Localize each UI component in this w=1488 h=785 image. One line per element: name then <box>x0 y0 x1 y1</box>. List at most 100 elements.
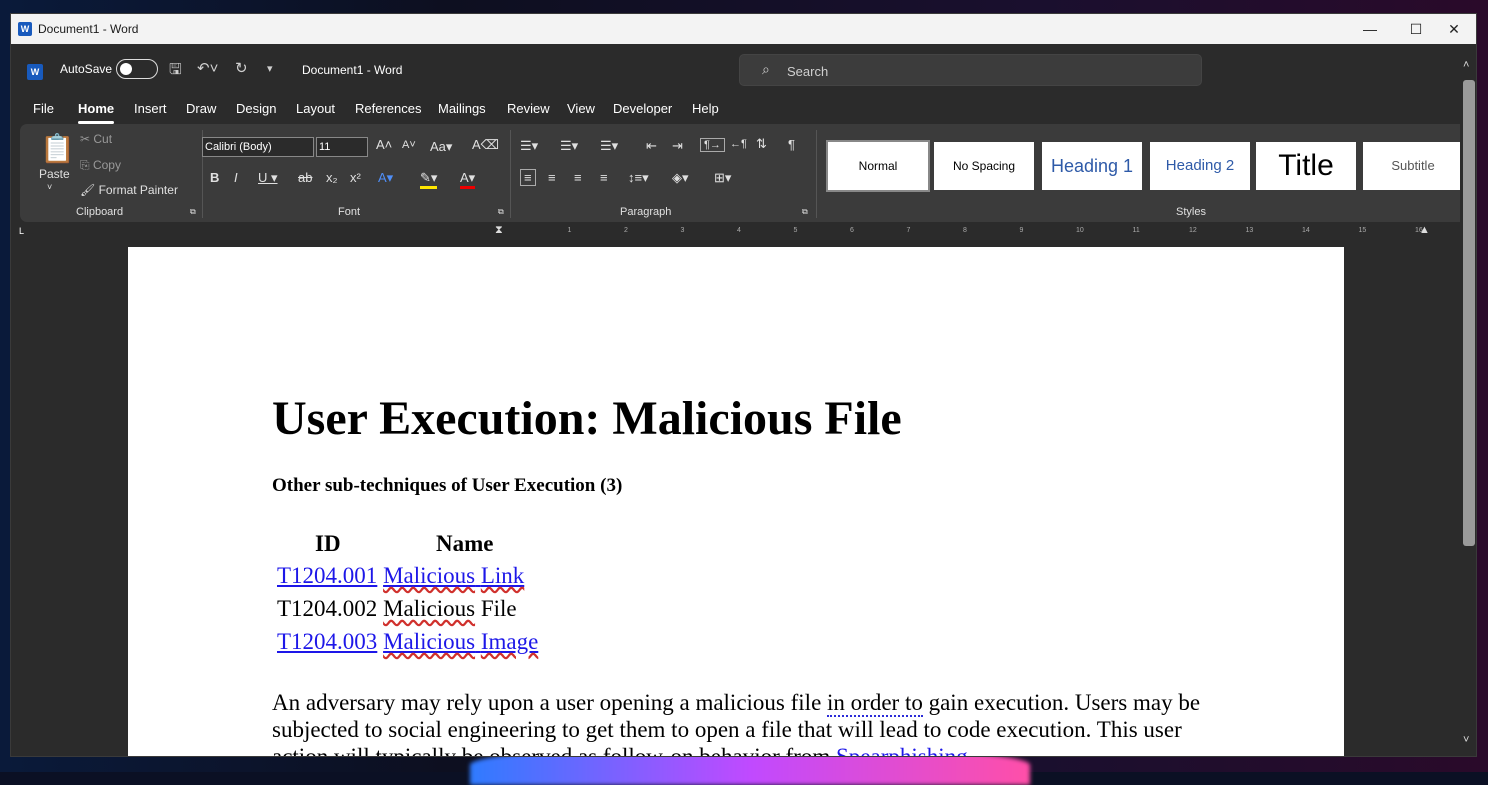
document-page[interactable]: User Execution: Malicious File Other sub… <box>128 247 1344 756</box>
tab-developer[interactable]: Developer <box>613 101 672 116</box>
align-center-icon[interactable]: ≡ <box>548 170 556 185</box>
decrease-indent-icon[interactable]: ⇤ <box>646 138 657 154</box>
group-divider <box>816 130 817 218</box>
ruler-number: 8 <box>963 227 967 234</box>
font-group-label: Font <box>338 206 361 218</box>
customize-qat-icon[interactable]: ▾ <box>267 62 273 75</box>
tab-review[interactable]: Review <box>507 101 550 116</box>
autosave-toggle[interactable] <box>116 59 158 79</box>
increase-indent-icon[interactable]: ⇥ <box>672 138 683 154</box>
shading-icon[interactable]: ◈▾ <box>672 170 689 186</box>
undo-icon[interactable]: ↶˅ <box>197 59 218 77</box>
ruler-number: 13 <box>1245 227 1254 234</box>
tab-home[interactable]: Home <box>78 101 115 124</box>
indent-marker-icon[interactable]: ⧗ <box>495 224 503 237</box>
align-left-icon[interactable]: ≡ <box>520 169 536 186</box>
sort-icon[interactable]: ⇅ <box>756 136 767 152</box>
ruler-number: 14 <box>1302 227 1310 234</box>
paragraph-launcher-icon[interactable]: ⧉ <box>802 207 808 217</box>
document-canvas: User Execution: Malicious File Other sub… <box>11 242 1461 756</box>
shrink-font-icon[interactable]: A˅ <box>402 139 416 151</box>
change-case-icon[interactable]: Aa▾ <box>430 139 452 155</box>
name-word: Link <box>480 563 525 588</box>
align-right-icon[interactable]: ≡ <box>574 170 582 185</box>
table-row: T1204.003 Malicious Image <box>277 629 538 655</box>
tab-file[interactable]: File <box>33 101 54 116</box>
paste-icon[interactable]: 📋 <box>40 132 75 165</box>
tab-mailings[interactable]: Mailings <box>438 101 486 116</box>
ruler-number: 6 <box>850 227 854 234</box>
technique-id[interactable]: T1204.003 <box>277 629 377 654</box>
tab-references[interactable]: References <box>355 101 421 116</box>
save-icon[interactable]: 🖫 <box>169 59 182 84</box>
tab-help[interactable]: Help <box>692 101 719 116</box>
font-color-icon[interactable]: A▾ <box>460 170 476 189</box>
ruler-number: 2 <box>624 227 628 234</box>
minimize-button[interactable]: — <box>1347 14 1393 44</box>
tab-selector-icon[interactable]: L <box>19 226 24 236</box>
highlight-icon[interactable]: ✎▾ <box>420 170 438 189</box>
line-spacing-icon[interactable]: ↕≡▾ <box>628 170 649 186</box>
font-size-select[interactable]: 11 <box>316 137 368 157</box>
scroll-up-icon[interactable]: ˄ <box>1463 59 1469 71</box>
clear-formatting-icon[interactable]: A⌫ <box>472 137 499 153</box>
font-name-select[interactable]: Calibri (Body) <box>202 137 314 157</box>
style-title[interactable]: Title <box>1256 142 1356 190</box>
grammar-suggestion[interactable]: in order to <box>827 690 923 717</box>
paste-button[interactable]: Paste <box>39 167 70 181</box>
subscript-icon[interactable]: x₂ <box>326 170 338 185</box>
borders-icon[interactable]: ⊞▾ <box>714 170 731 186</box>
style-normal[interactable]: Normal <box>826 140 930 192</box>
technique-name[interactable]: Malicious Image <box>383 629 538 654</box>
show-marks-icon[interactable]: ¶ <box>788 137 795 152</box>
ruler-scale: 1 2 3 4 5 6 7 8 9 10 11 12 13 14 15 16 <box>361 227 1461 235</box>
style-no-spacing[interactable]: No Spacing <box>934 142 1034 190</box>
redo-icon[interactable]: ↻ <box>235 59 248 77</box>
tab-draw[interactable]: Draw <box>186 101 216 116</box>
tab-layout[interactable]: Layout <box>296 101 335 116</box>
tab-insert[interactable]: Insert <box>134 101 167 116</box>
right-indent-icon[interactable]: ▲ <box>1419 224 1430 236</box>
title-bar: W Document1 - Word — ☐ ✕ <box>11 14 1476 44</box>
paste-dropdown-icon[interactable]: ˅ <box>47 182 52 192</box>
clipboard-launcher-icon[interactable]: ⧉ <box>190 207 196 217</box>
horizontal-ruler[interactable]: L 1 2 3 4 5 6 7 8 9 10 11 12 13 14 15 16 ⧗ ▲ <box>11 222 1461 242</box>
name-word: Image <box>480 629 539 654</box>
superscript-icon[interactable]: x² <box>350 170 361 185</box>
font-launcher-icon[interactable]: ⧉ <box>498 207 504 217</box>
ltr-icon[interactable]: ¶→ <box>700 138 725 152</box>
vertical-scrollbar[interactable]: ˄ ˅ <box>1460 54 1476 756</box>
scroll-down-icon[interactable]: ˅ <box>1463 734 1469 746</box>
justify-icon[interactable]: ≡ <box>600 170 608 185</box>
search-box[interactable]: ⌕ Search <box>739 54 1202 86</box>
copy-button[interactable]: ⎘ Copy <box>80 158 121 173</box>
search-icon: ⌕ <box>762 61 770 77</box>
grow-font-icon[interactable]: A˄ <box>376 137 392 152</box>
scroll-thumb[interactable] <box>1463 80 1475 546</box>
bullets-icon[interactable]: ☰▾ <box>520 138 538 154</box>
style-subtitle[interactable]: Subtitle <box>1363 142 1463 190</box>
format-painter-button[interactable]: 🖌 Format Painter <box>80 183 178 197</box>
underline-icon[interactable]: U ▾ <box>258 170 278 186</box>
tab-design[interactable]: Design <box>236 101 276 116</box>
document-name: Document1 - Word <box>302 63 403 77</box>
italic-icon[interactable]: I <box>234 170 238 185</box>
technique-id[interactable]: T1204.001 <box>277 563 377 588</box>
copy-icon: ⎘ <box>80 158 93 172</box>
rtl-icon[interactable]: ←¶ <box>730 138 747 150</box>
text-effects-icon[interactable]: A▾ <box>378 170 393 186</box>
numbering-icon[interactable]: ☰▾ <box>560 138 578 154</box>
ruler-number: 9 <box>1019 227 1024 234</box>
clipboard-group-label: Clipboard <box>76 206 124 218</box>
table-row: T1204.002 Malicious File <box>277 596 517 622</box>
multilevel-list-icon[interactable]: ☰▾ <box>600 138 618 154</box>
cut-button[interactable]: ✂ Cut <box>80 132 112 146</box>
style-heading-2[interactable]: Heading 2 <box>1150 142 1250 190</box>
strikethrough-icon[interactable]: ab <box>298 170 312 185</box>
tab-view[interactable]: View <box>567 101 595 116</box>
style-heading-1[interactable]: Heading 1 <box>1042 142 1142 190</box>
spearphishing-link[interactable]: Spearphishing <box>836 744 968 756</box>
close-button[interactable]: ✕ <box>1431 14 1476 44</box>
technique-name[interactable]: Malicious Link <box>383 563 524 588</box>
bold-icon[interactable]: B <box>210 170 219 185</box>
